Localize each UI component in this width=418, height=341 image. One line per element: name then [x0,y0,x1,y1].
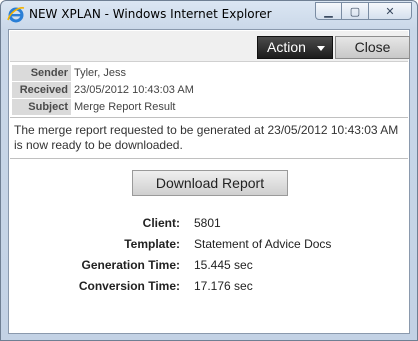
subject-row: Subject Merge Report Result [10,99,408,116]
close-icon: ✕ [385,4,395,18]
detail-row-client: Client: 5801 [9,216,409,237]
action-toolbar: Action Close [10,31,410,62]
detail-row-template: Template: Statement of Advice Docs [9,237,409,258]
detail-label: Client: [142,216,180,230]
minimize-button[interactable]: ▁ [315,2,342,20]
received-value: 23/05/2012 10:43:03 AM [74,84,194,96]
chevron-down-icon [317,46,325,51]
ie-logo-icon [7,7,25,23]
detail-value: Statement of Advice Docs [194,237,332,251]
received-row: Received 23/05/2012 10:43:03 AM [10,82,408,99]
message-header: Sender Tyler, Jess Received 23/05/2012 1… [10,65,408,116]
download-report-button[interactable]: Download Report [132,170,288,196]
close-button[interactable]: Close [335,36,410,59]
detail-label: Conversion Time: [78,279,180,293]
maximize-button[interactable]: ▢ [342,2,369,20]
sender-row: Sender Tyler, Jess [10,65,408,82]
detail-value: 5801 [194,216,221,230]
title-bar[interactable]: NEW XPLAN - Windows Internet Explorer ▁ … [1,1,417,28]
divider [10,158,408,159]
window-controls: ▁ ▢ ✕ [315,2,412,21]
minimize-icon: ▁ [324,4,333,18]
action-menu-button[interactable]: Action [257,36,333,59]
detail-label: Template: [124,237,180,251]
message-panel: Action Close Sender Tyler, Jess Received… [8,29,410,334]
window-title: NEW XPLAN - Windows Internet Explorer [29,7,272,21]
message-body: The merge report requested to be generat… [14,123,399,152]
report-details: Client: 5801 Template: Statement of Advi… [9,216,409,300]
detail-row-generation-time: Generation Time: 15.445 sec [9,258,409,279]
detail-value: 15.445 sec [194,258,253,272]
subject-label: Subject [12,99,71,115]
detail-row-conversion-time: Conversion Time: 17.176 sec [9,279,409,300]
close-window-button[interactable]: ✕ [369,2,412,20]
sender-label: Sender [12,65,71,81]
detail-value: 17.176 sec [194,279,253,293]
action-button-label: Action [267,39,306,55]
divider [10,117,408,118]
detail-label: Generation Time: [81,258,180,272]
sender-value: Tyler, Jess [74,67,126,79]
maximize-icon: ▢ [349,4,361,18]
subject-value: Merge Report Result [74,101,176,113]
browser-window: NEW XPLAN - Windows Internet Explorer ▁ … [0,0,418,341]
received-label: Received [12,82,71,98]
